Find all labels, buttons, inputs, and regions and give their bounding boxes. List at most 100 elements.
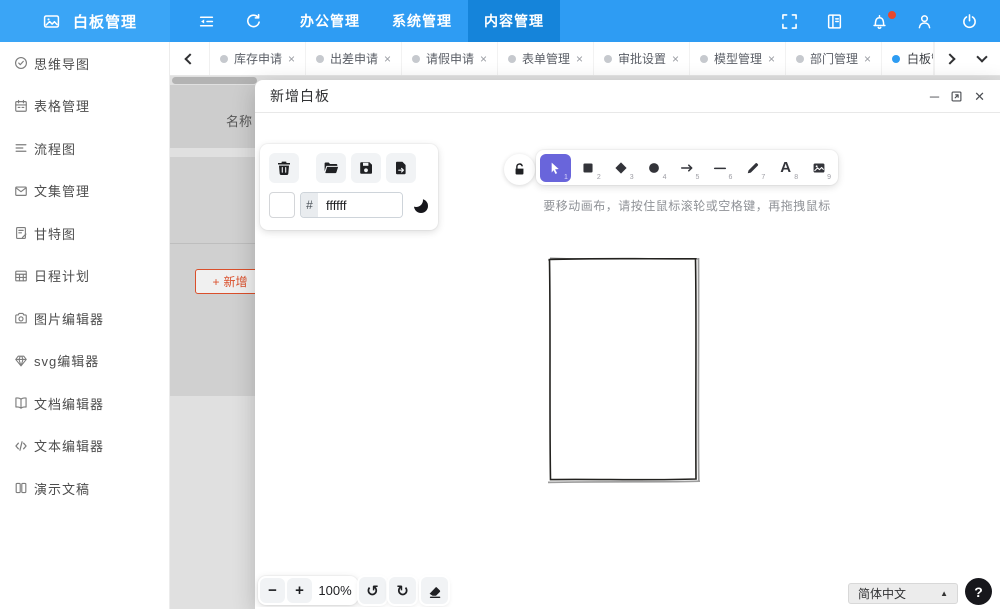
gem-icon [14, 354, 28, 368]
tool-arrow[interactable]: 5 [672, 154, 703, 182]
drawn-rectangle-shape[interactable] [543, 251, 705, 489]
notifications-bell[interactable] [871, 10, 896, 30]
close-tab-icon[interactable]: × [672, 52, 679, 66]
dark-mode-toggle[interactable] [412, 196, 429, 214]
tabs-dropdown-button[interactable] [964, 42, 1000, 75]
language-select[interactable]: 简体中文 ▲ [848, 583, 958, 604]
sidebar-item-text-editor[interactable]: 文本编辑器 [0, 425, 169, 468]
grid-icon [14, 269, 28, 283]
save-button[interactable] [351, 153, 381, 183]
tab-travel-request[interactable]: 出差申请 × [306, 42, 402, 75]
sidebar-item-label: 图片编辑器 [34, 311, 105, 327]
shape-toolbar: 1 2 3 4 5 6 7 A8 9 [536, 150, 838, 185]
sidebar-item-schedule[interactable]: 日程计划 [0, 255, 169, 298]
lock-tool-button[interactable] [504, 154, 535, 185]
sidebar-item-doc-editor[interactable]: 文档编辑器 [0, 382, 169, 425]
notification-badge [888, 10, 896, 19]
close-tab-icon[interactable]: × [384, 52, 391, 66]
minimize-icon[interactable]: ─ [930, 90, 939, 103]
tabs-scroll-right-button[interactable] [934, 42, 964, 75]
chevron-down-icon [976, 51, 988, 63]
tabs-scroll-left-button[interactable] [170, 42, 210, 75]
book-icon [14, 396, 28, 410]
zoom-level[interactable]: 100% [314, 583, 356, 598]
top-header-bar: 白板管理 办公管理 系统管理 内容管理 [0, 0, 1000, 42]
nav-item-office[interactable]: 办公管理 [284, 0, 376, 42]
tool-ellipse[interactable]: 4 [639, 154, 670, 182]
help-button[interactable]: ? [965, 578, 992, 605]
columns-icon [14, 481, 28, 495]
fullscreen-icon[interactable] [781, 13, 798, 30]
maximize-icon[interactable] [950, 90, 963, 103]
dropdown-up-icon: ▲ [940, 589, 948, 598]
canvas-hint-text: 要移动画布，请按住鼠标滚轮或空格键，再拖拽鼠标 [543, 199, 831, 213]
sidebar: 思维导图 表格管理 流程图 文集管理 甘特图 日程计划 图片编辑器 svg编辑器… [0, 42, 170, 609]
whiteboard-canvas-area[interactable]: # 1 2 3 4 5 6 7 A8 9 要移动画布，请按住鼠标滚轮或空格键，再… [255, 113, 1000, 607]
zoom-out-button[interactable]: − [260, 578, 285, 603]
tab-label: 模型管理 [713, 52, 762, 66]
tab-dot [219, 54, 228, 63]
sidebar-item-label: 文集管理 [34, 184, 91, 200]
nav-item-content[interactable]: 内容管理 [468, 0, 560, 42]
refresh-icon[interactable] [245, 13, 262, 30]
sidebar-item-presentation[interactable]: 演示文稿 [0, 467, 169, 510]
tool-selection[interactable]: 1 [540, 153, 571, 182]
nav-item-system[interactable]: 系统管理 [376, 0, 468, 42]
close-icon[interactable]: ✕ [974, 90, 985, 103]
language-value: 简体中文 [858, 587, 907, 601]
clear-canvas-button[interactable] [269, 153, 299, 183]
redo-button[interactable]: ↻ [389, 577, 416, 604]
app-logo: 白板管理 [0, 0, 170, 42]
close-tab-icon[interactable]: × [768, 52, 775, 66]
sidebar-item-tables[interactable]: 表格管理 [0, 85, 169, 128]
tool-draw[interactable]: 7 [737, 154, 768, 182]
tab-model-management[interactable]: 模型管理 × [690, 42, 786, 75]
tool-diamond[interactable]: 3 [606, 154, 637, 182]
close-tab-icon[interactable]: × [864, 52, 871, 66]
close-tab-icon[interactable]: × [288, 52, 295, 66]
tab-dot [411, 54, 420, 63]
undo-icon: ↺ [366, 582, 379, 600]
tab-department-management[interactable]: 部门管理 × [786, 42, 882, 75]
sidebar-item-svg-editor[interactable]: svg编辑器 [0, 340, 169, 383]
tab-form-management[interactable]: 表单管理 × [498, 42, 594, 75]
zoom-in-button[interactable]: + [287, 578, 312, 603]
close-tab-icon[interactable]: × [576, 52, 583, 66]
tool-image[interactable]: 9 [803, 154, 834, 182]
chevron-left-icon [183, 52, 196, 65]
image-icon [812, 161, 826, 175]
tab-whiteboard-management-active[interactable]: 白板管理 [882, 42, 934, 75]
power-icon[interactable] [961, 13, 978, 30]
background-color-swatch[interactable] [269, 192, 295, 218]
tool-rectangle[interactable]: 2 [573, 154, 604, 182]
tool-text[interactable]: A8 [770, 154, 801, 182]
tool-shortcut-number: 4 [662, 173, 667, 181]
open-file-button[interactable] [316, 153, 346, 183]
flow-lines-icon [14, 141, 28, 155]
sidebar-item-collections[interactable]: 文集管理 [0, 170, 169, 213]
user-icon[interactable] [916, 13, 933, 30]
tool-shortcut-number: 2 [596, 173, 601, 181]
export-image-button[interactable] [386, 153, 416, 183]
undo-button[interactable]: ↺ [359, 577, 386, 604]
hex-color-input[interactable] [318, 193, 402, 217]
tool-line[interactable]: 6 [704, 154, 735, 182]
mail-icon [14, 184, 28, 198]
tool-shortcut-number: 3 [629, 173, 634, 181]
menu-fold-icon[interactable] [198, 13, 215, 30]
tab-dot [507, 54, 516, 63]
arrow-right-icon [680, 161, 694, 175]
close-tab-icon[interactable]: × [480, 52, 487, 66]
sidebar-item-flowchart[interactable]: 流程图 [0, 127, 169, 170]
folder-open-icon [323, 160, 339, 176]
doc-edit-icon [14, 226, 28, 240]
sidebar-item-image-editor[interactable]: 图片编辑器 [0, 297, 169, 340]
tab-inventory-request[interactable]: 库存申请 × [210, 42, 306, 75]
guide-icon[interactable] [826, 13, 843, 30]
tab-leave-request[interactable]: 请假申请 × [402, 42, 498, 75]
eraser-button[interactable] [421, 577, 448, 604]
sidebar-item-mindmap[interactable]: 思维导图 [0, 42, 169, 85]
canvas-actions-island: # [260, 144, 438, 230]
sidebar-item-gantt[interactable]: 甘特图 [0, 212, 169, 255]
tab-approval-settings[interactable]: 审批设置 × [594, 42, 690, 75]
